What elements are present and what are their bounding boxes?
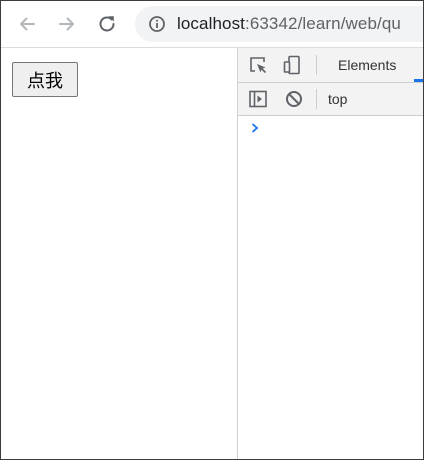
address-bar[interactable]: localhost:63342/learn/web/qu <box>135 6 423 42</box>
console-sidebar-icon <box>249 90 267 108</box>
clear-console-icon <box>286 91 302 107</box>
arrow-right-icon <box>59 17 74 31</box>
toolbar-divider <box>316 89 317 109</box>
forward-button[interactable] <box>54 11 80 37</box>
devtools-tab-bar: Elements <box>238 48 423 83</box>
inspect-element-button[interactable] <box>246 53 270 77</box>
browser-window: localhost:63342/learn/web/qu 点我 Elements <box>0 0 424 460</box>
console-sidebar-button[interactable] <box>246 87 270 111</box>
url-host: localhost <box>177 14 245 33</box>
device-toolbar-icon <box>283 55 300 75</box>
url-path: :63342/learn/web/qu <box>245 14 401 33</box>
console-output[interactable] <box>238 116 423 459</box>
reload-button[interactable] <box>94 11 120 37</box>
devtools-panel: Elements top <box>237 48 423 459</box>
toolbar-divider <box>316 55 317 75</box>
clear-console-button[interactable] <box>282 87 306 111</box>
arrow-left-icon <box>20 17 35 31</box>
browser-toolbar: localhost:63342/learn/web/qu <box>1 1 423 48</box>
console-context-selector[interactable]: top <box>328 83 347 115</box>
url-text: localhost:63342/learn/web/qu <box>177 14 401 34</box>
info-circle-icon[interactable] <box>147 14 167 34</box>
back-button[interactable] <box>14 11 40 37</box>
device-toolbar-button[interactable] <box>280 53 304 77</box>
active-tab-indicator <box>414 79 423 82</box>
tab-elements[interactable]: Elements <box>328 48 406 82</box>
click-me-button[interactable]: 点我 <box>12 62 78 97</box>
reload-icon <box>99 16 115 32</box>
inspect-element-icon <box>250 57 267 74</box>
console-prompt-chevron-icon <box>248 120 262 136</box>
